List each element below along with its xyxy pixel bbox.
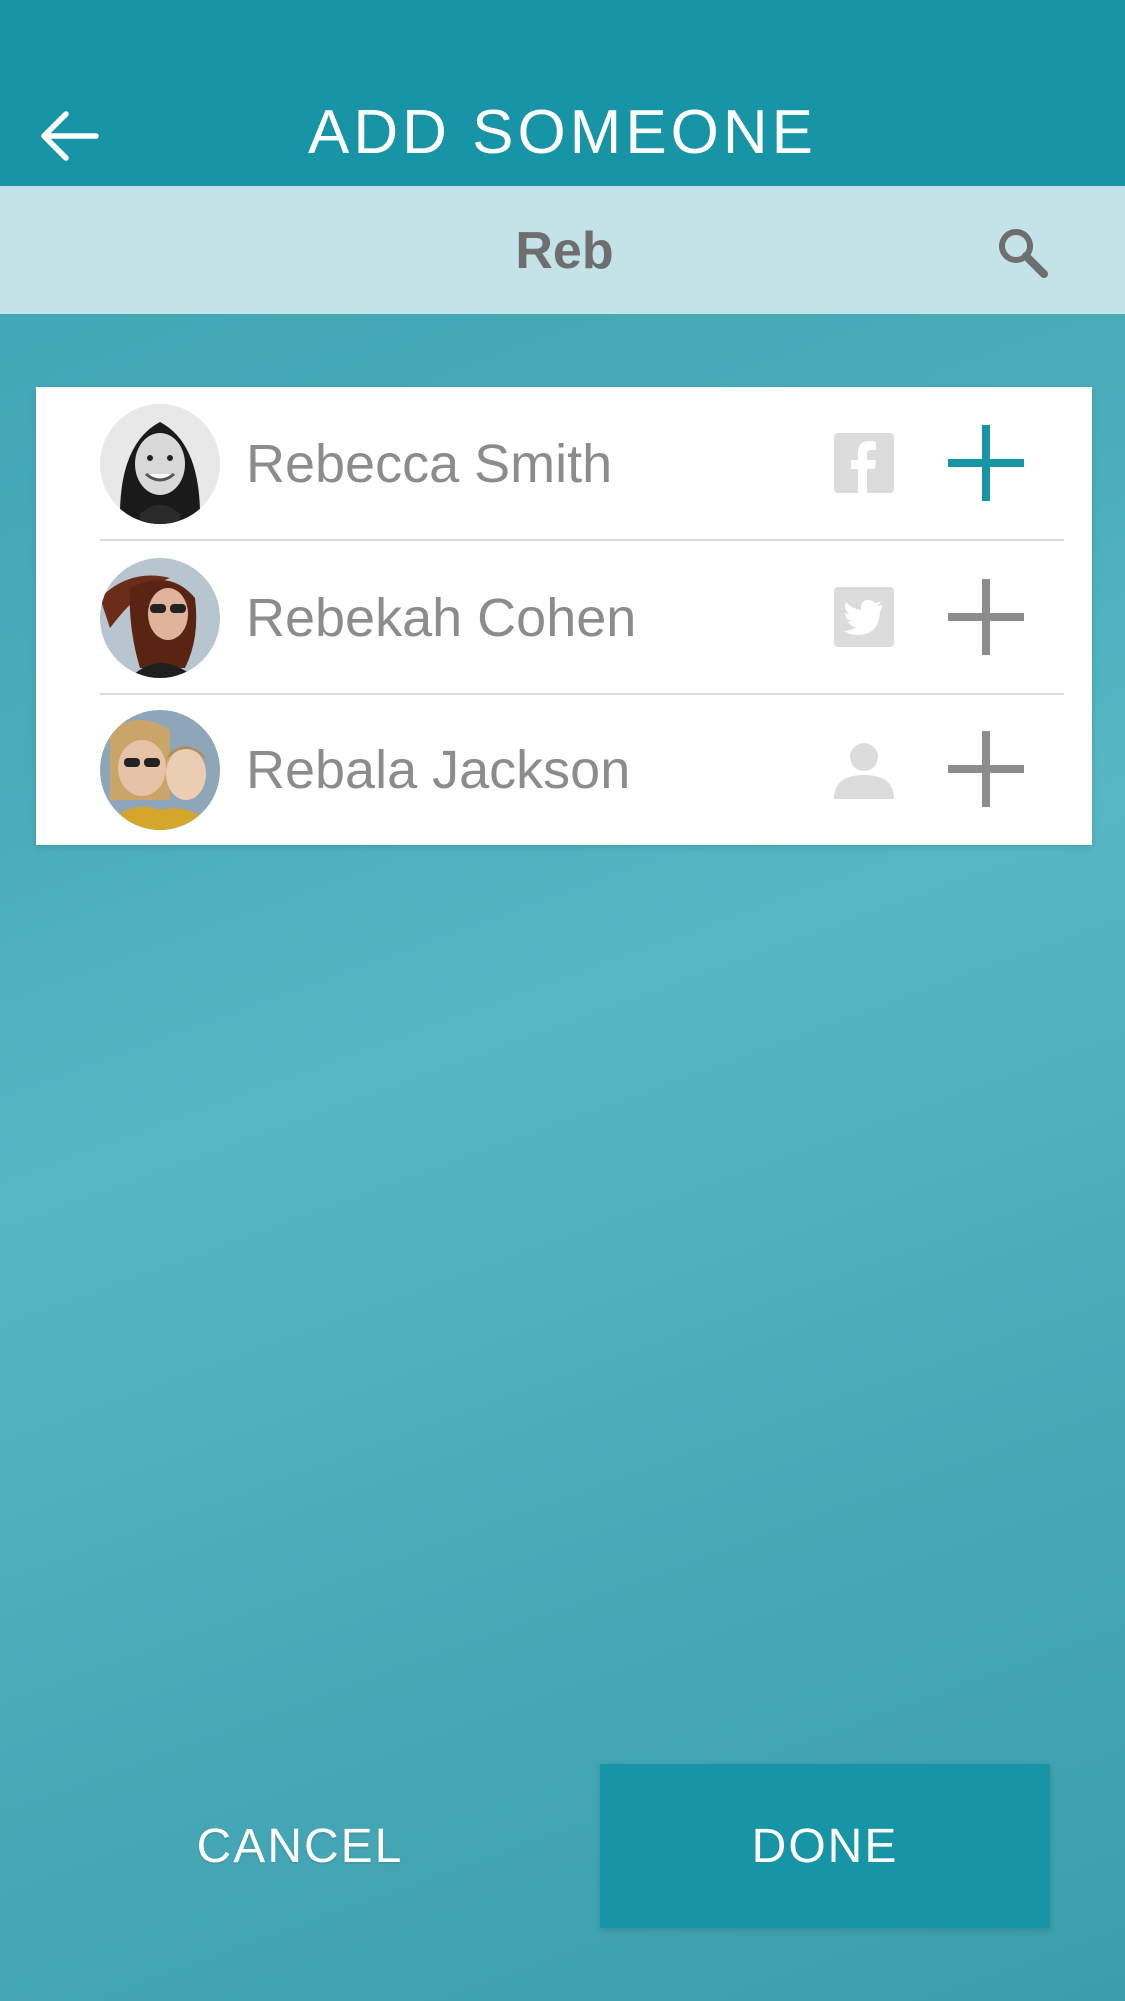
cancel-button[interactable]: CANCEL <box>110 1764 490 1928</box>
list-item[interactable]: Rebecca Smith <box>36 387 1092 540</box>
avatar <box>100 404 220 524</box>
search-bar <box>0 186 1125 314</box>
add-button[interactable] <box>946 577 1026 657</box>
search-icon[interactable] <box>992 222 1052 282</box>
add-button[interactable] <box>946 729 1026 809</box>
list-item[interactable]: Rebekah Cohen <box>36 541 1092 694</box>
results-list: Rebecca Smith Rebekah Cohen Rebala Jacks… <box>36 387 1092 845</box>
list-item[interactable]: Rebala Jackson <box>36 693 1092 846</box>
avatar <box>100 558 220 678</box>
person-name: Rebecca Smith <box>246 434 613 494</box>
person-name: Rebala Jackson <box>246 740 631 800</box>
person-icon <box>834 743 894 799</box>
avatar <box>100 710 220 830</box>
page-title: ADD SOMEONE <box>307 98 818 167</box>
done-button[interactable]: DONE <box>600 1764 1050 1928</box>
facebook-icon <box>834 433 894 493</box>
app-header: ADD SOMEONE <box>0 0 1125 186</box>
add-button[interactable] <box>946 423 1026 503</box>
person-name: Rebekah Cohen <box>246 588 637 648</box>
twitter-icon <box>834 587 894 647</box>
search-input[interactable] <box>200 212 929 290</box>
